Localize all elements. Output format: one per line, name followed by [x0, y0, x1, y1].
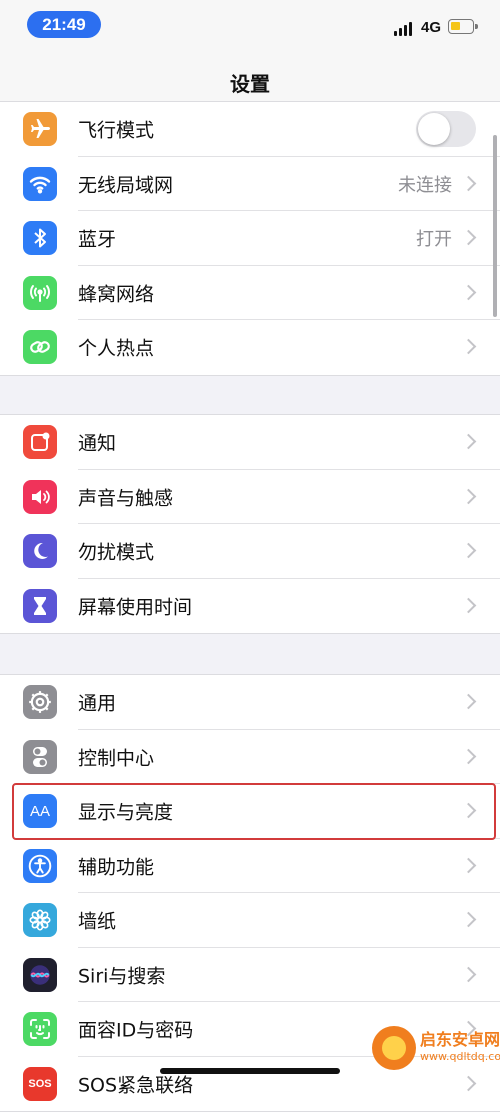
- settings-row-label: 辅助功能: [78, 856, 155, 879]
- wifi-icon: [23, 166, 57, 201]
- page-title: 设置: [230, 72, 270, 96]
- settings-group-connectivity: 飞行模式 无线局域网 未连接 蓝牙 打开 蜂窝网络 个人热点: [0, 101, 500, 376]
- settings-row-label: 飞行模式: [78, 119, 155, 142]
- settings-row-screen-time[interactable]: 屏幕使用时间: [0, 579, 500, 634]
- settings-row-label: SOS紧急联络: [78, 1074, 194, 1097]
- settings-row-label: Siri与搜索: [78, 965, 166, 988]
- chevron-right-icon: [460, 857, 477, 874]
- settings-row-airplane-mode[interactable]: 飞行模式: [0, 102, 500, 157]
- accessibility-icon: [23, 848, 57, 883]
- settings-row-label: 无线局域网: [78, 174, 174, 197]
- navigation-bar: 设置: [0, 52, 500, 107]
- highlight-annotation-box: [12, 783, 496, 840]
- wifi-status: 未连接: [398, 174, 452, 196]
- bluetooth-status: 打开: [416, 229, 452, 251]
- scroll-indicator[interactable]: [493, 135, 497, 317]
- settings-row-accessibility[interactable]: 辅助功能: [0, 839, 500, 893]
- chevron-right-icon: [460, 542, 477, 559]
- settings-row-label: 蜂窝网络: [78, 283, 155, 306]
- siri-icon: [23, 957, 57, 992]
- sos-icon: SOS: [23, 1066, 57, 1101]
- airplane-icon: [23, 112, 57, 147]
- face-id-icon: [23, 1012, 57, 1047]
- chevron-right-icon: [460, 338, 477, 355]
- cellular-antenna-icon: [23, 275, 57, 310]
- chevron-right-icon: [460, 175, 477, 192]
- chevron-right-icon: [460, 229, 477, 246]
- chevron-right-icon: [460, 748, 477, 765]
- bluetooth-icon: [23, 221, 57, 256]
- speaker-icon: [23, 479, 57, 514]
- gear-icon: [23, 685, 57, 720]
- moon-icon: [23, 534, 57, 569]
- chevron-right-icon: [460, 488, 477, 505]
- watermark: 启东安卓网 www.qdltdq.com: [372, 1020, 500, 1076]
- watermark-url: www.qdltdq.com: [420, 1050, 500, 1063]
- battery-icon: [448, 19, 478, 34]
- settings-row-label: 通用: [78, 692, 117, 715]
- settings-row-do-not-disturb[interactable]: 勿扰模式: [0, 524, 500, 579]
- chevron-right-icon: [460, 284, 477, 301]
- settings-row-sounds[interactable]: 声音与触感: [0, 470, 500, 524]
- network-type: 4G: [421, 19, 442, 36]
- settings-row-label: 控制中心: [78, 747, 155, 770]
- settings-row-general[interactable]: 通用: [0, 675, 500, 730]
- settings-row-siri-search[interactable]: Siri与搜索: [0, 948, 500, 1002]
- hourglass-icon: [23, 588, 57, 623]
- status-time: 21:49: [27, 11, 101, 38]
- settings-row-cellular[interactable]: 蜂窝网络: [0, 266, 500, 320]
- settings-group-notifications: 通知 声音与触感 勿扰模式 屏幕使用时间: [0, 414, 500, 634]
- status-bar: 21:49 4G: [0, 0, 500, 52]
- settings-row-label: 勿扰模式: [78, 541, 155, 564]
- chevron-right-icon: [460, 966, 477, 983]
- notification-icon: [23, 425, 57, 460]
- settings-row-label: 蓝牙: [78, 228, 117, 251]
- watermark-name: 启东安卓网: [420, 1030, 500, 1049]
- chevron-right-icon: [460, 433, 477, 450]
- chevron-right-icon: [460, 597, 477, 614]
- settings-row-label: 个人热点: [78, 337, 155, 360]
- settings-row-control-center[interactable]: 控制中心: [0, 730, 500, 784]
- flower-icon: [23, 903, 57, 938]
- settings-row-label: 屏幕使用时间: [78, 596, 193, 619]
- settings-row-bluetooth[interactable]: 蓝牙 打开: [0, 211, 500, 266]
- airplane-mode-toggle[interactable]: [416, 111, 476, 148]
- home-indicator[interactable]: [160, 1068, 340, 1074]
- settings-row-label: 墙纸: [78, 910, 117, 933]
- signal-strength-icon: [394, 22, 414, 36]
- hotspot-link-icon: [23, 330, 57, 365]
- settings-row-wallpaper[interactable]: 墙纸: [0, 893, 500, 948]
- settings-row-label: 声音与触感: [78, 487, 174, 510]
- chevron-right-icon: [460, 1075, 477, 1092]
- watermark-logo-icon: [372, 1026, 416, 1070]
- settings-row-wifi[interactable]: 无线局域网 未连接: [0, 157, 500, 211]
- toggles-icon: [23, 739, 57, 774]
- chevron-right-icon: [460, 693, 477, 710]
- settings-row-label: 通知: [78, 432, 117, 455]
- chevron-right-icon: [460, 911, 477, 928]
- settings-row-personal-hotspot[interactable]: 个人热点: [0, 320, 500, 375]
- settings-row-notifications[interactable]: 通知: [0, 415, 500, 470]
- settings-row-label: 面容ID与密码: [78, 1019, 194, 1042]
